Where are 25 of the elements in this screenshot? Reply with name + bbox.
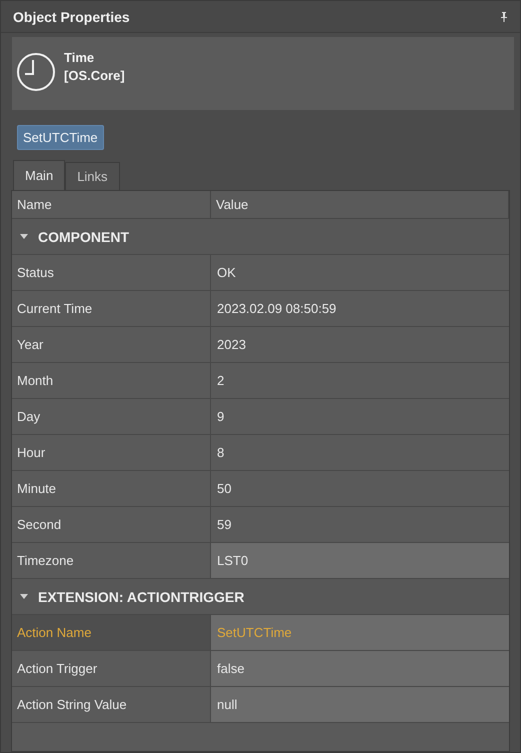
value-field[interactable]: false <box>211 651 509 686</box>
panel-title: Object Properties <box>13 8 130 24</box>
object-name: Time <box>64 48 96 66</box>
property-value: 8 <box>216 444 226 462</box>
pin-button[interactable] <box>498 10 510 24</box>
tab[interactable]: Main <box>13 160 66 190</box>
value-field[interactable]: null <box>211 687 509 722</box>
property-value: 2023.02.09 08:50:59 <box>216 300 338 318</box>
property-value: 9 <box>216 408 226 426</box>
property-value: 50 <box>216 480 232 498</box>
property-value: 2023 <box>216 336 247 354</box>
property-name[interactable]: Action Name <box>12 615 211 650</box>
property-value: OK <box>216 264 237 282</box>
property-value: 59 <box>216 516 232 534</box>
column-header[interactable]: Name <box>12 191 211 218</box>
action-button[interactable]: SetUTCTime <box>17 125 104 150</box>
value-field[interactable]: LST0 <box>211 543 509 578</box>
clock-icon <box>16 52 56 92</box>
tab[interactable]: Links <box>65 162 120 190</box>
column-header[interactable]: Value <box>211 191 509 218</box>
property-value: 2 <box>216 372 226 390</box>
pin-icon <box>500 12 508 22</box>
caret-icon <box>20 594 28 599</box>
object-library: [OS.Core] <box>64 66 125 84</box>
caret-icon <box>20 234 28 239</box>
